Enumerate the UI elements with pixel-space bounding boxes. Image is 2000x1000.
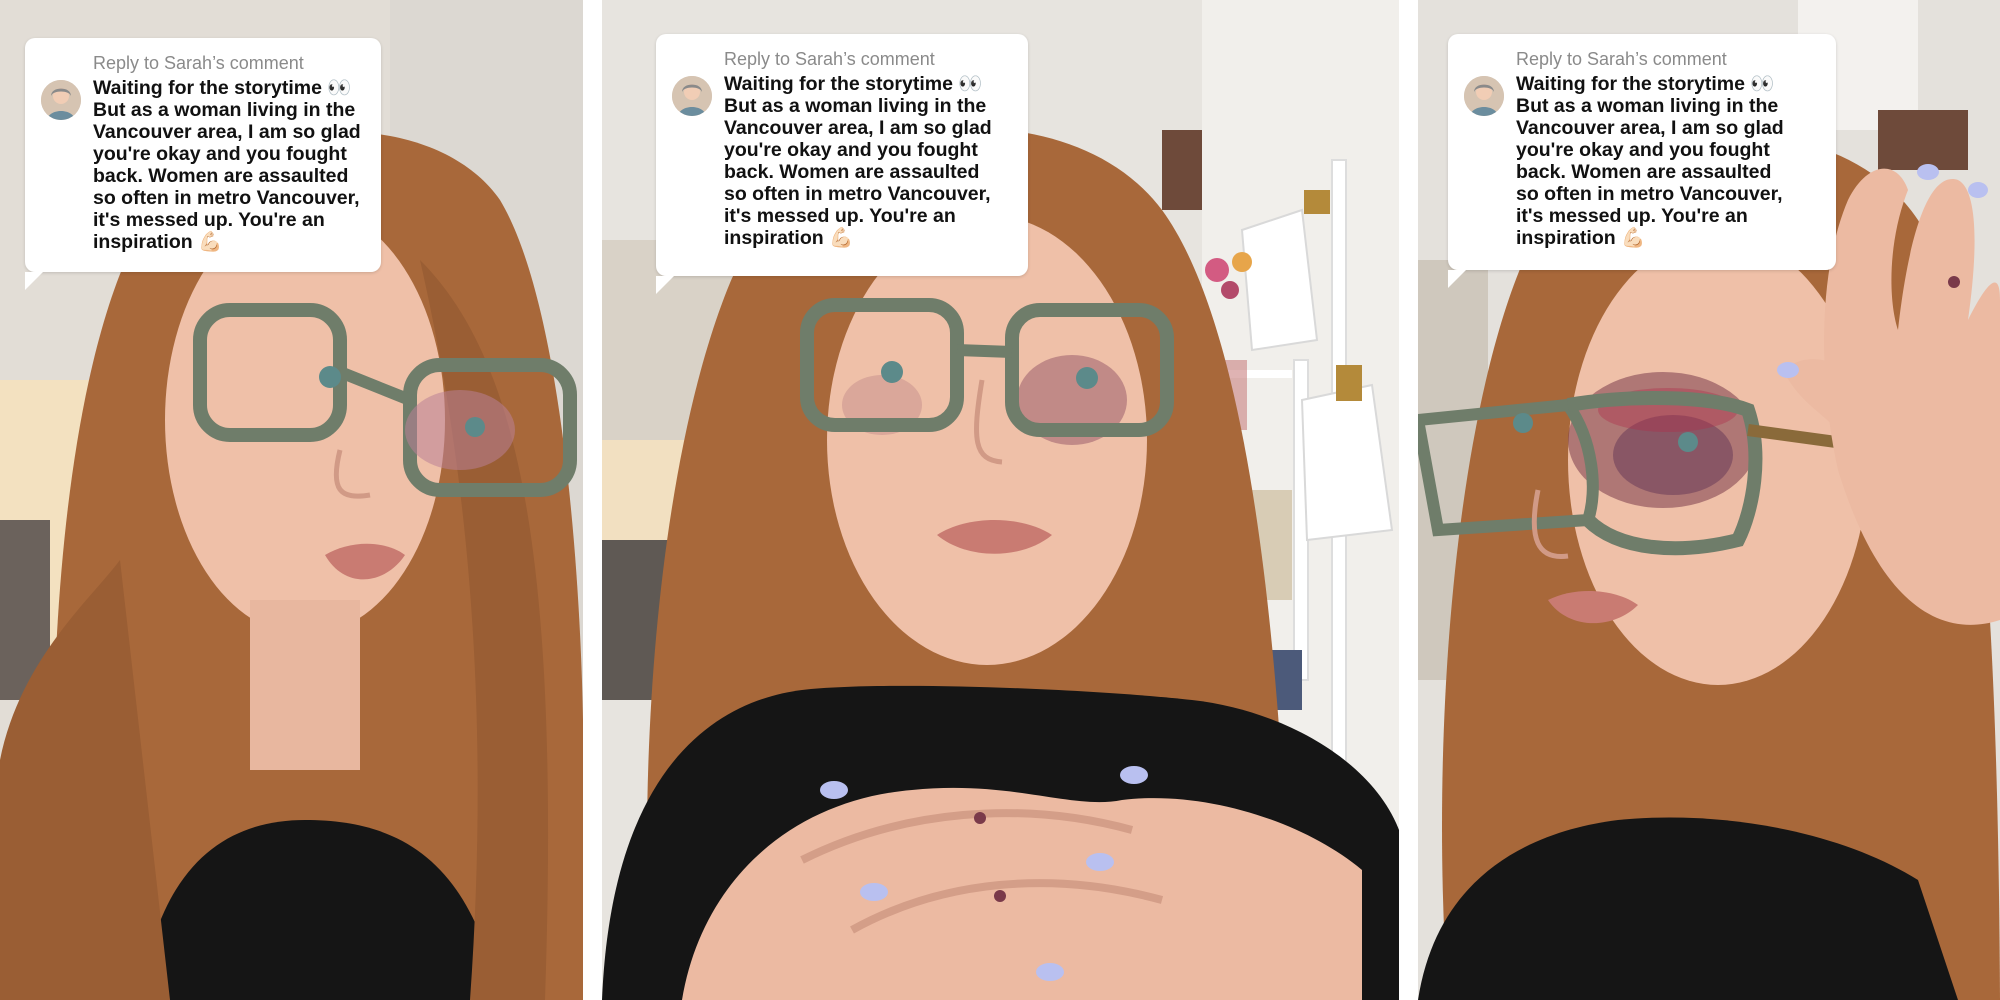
reply-to-label: Reply to Sarah’s comment <box>724 49 935 69</box>
video-frame-1: Reply to Sarah’s comment Waiting for the… <box>0 0 583 1000</box>
comment-text: Waiting for the storytime 👀 But as a wom… <box>1516 73 1814 249</box>
comment-reply-bubble: Reply to Sarah’s comment Waiting for the… <box>25 38 381 290</box>
reply-to-label: Reply to Sarah’s comment <box>1516 49 1727 69</box>
comment-reply-bubble: Reply to Sarah’s comment Waiting for the… <box>656 34 1028 294</box>
comment-line: Vancouver area, I am so glad <box>93 121 361 143</box>
avatar <box>41 80 81 120</box>
panel-divider <box>583 0 602 1000</box>
comment-line: back. Women are assaulted <box>724 161 980 183</box>
comment-line: it's messed up. You're an <box>724 205 956 227</box>
video-frame-2: Reply to Sarah’s comment Waiting for the… <box>602 0 1399 1000</box>
panel-divider <box>1399 0 1418 1000</box>
avatar <box>1464 76 1504 116</box>
comment-line: Waiting for the storytime 👀 <box>724 73 983 95</box>
comment-line: it's messed up. You're an <box>93 209 325 231</box>
comment-line: you're okay and you fought <box>93 143 347 165</box>
comment-line: inspiration 💪🏻 <box>1516 227 1646 249</box>
comment-line: you're okay and you fought <box>1516 139 1770 161</box>
comment-line: it's messed up. You're an <box>1516 205 1748 227</box>
photo-collage: Reply to Sarah’s comment Waiting for the… <box>0 0 2000 1000</box>
comment-text: Waiting for the storytime 👀 But as a wom… <box>93 77 361 253</box>
comment-line: back. Women are assaulted <box>1516 161 1772 183</box>
reply-to-label: Reply to Sarah’s comment <box>93 53 304 73</box>
comment-line: But as a woman living in the <box>724 95 987 117</box>
comment-line: inspiration 💪🏻 <box>724 227 854 249</box>
comment-reply-bubble: Reply to Sarah’s comment Waiting for the… <box>1448 34 1836 288</box>
comment-line: Waiting for the storytime 👀 <box>93 77 352 99</box>
comment-line: Vancouver area, I am so glad <box>1516 117 1784 139</box>
comment-line: But as a woman living in the <box>93 99 356 121</box>
comment-line: inspiration 💪🏻 <box>93 231 223 253</box>
video-frame-3: Reply to Sarah’s comment Waiting for the… <box>1418 0 2000 1000</box>
comment-text: Waiting for the storytime 👀 But as a wom… <box>724 73 1006 249</box>
avatar <box>672 76 712 116</box>
comment-line: But as a woman living in the <box>1516 95 1779 117</box>
comment-line: Vancouver area, I am so glad <box>724 117 992 139</box>
comment-line: so often in metro Vancouver, <box>724 183 991 205</box>
comment-line: back. Women are assaulted <box>93 165 349 187</box>
comment-line: Waiting for the storytime 👀 <box>1516 73 1775 95</box>
comment-line: so often in metro Vancouver, <box>93 187 360 209</box>
comment-line: you're okay and you fought <box>724 139 978 161</box>
comment-line: so often in metro Vancouver, <box>1516 183 1783 205</box>
